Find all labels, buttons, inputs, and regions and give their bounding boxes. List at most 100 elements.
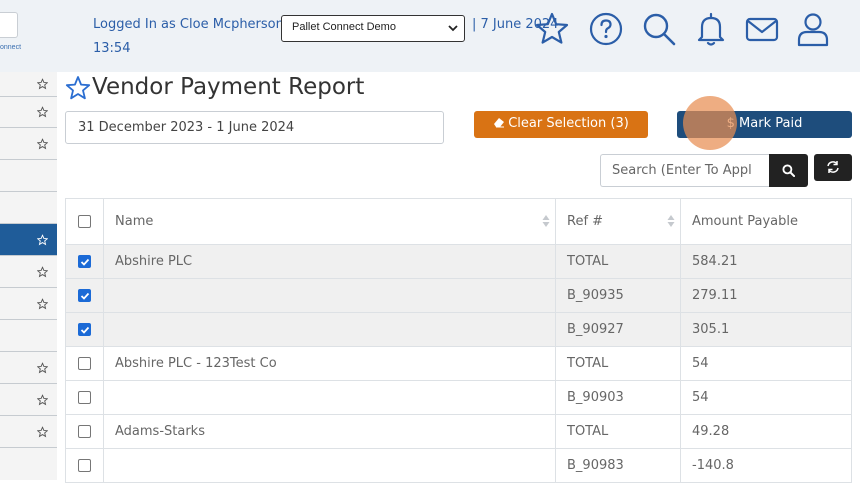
clear-selection-button[interactable]: Clear Selection (3) bbox=[474, 111, 648, 138]
refresh-icon bbox=[827, 161, 839, 173]
sidebar-item[interactable] bbox=[0, 97, 57, 128]
column-header-ref[interactable]: Ref # bbox=[556, 199, 681, 244]
name-cell: Abshire PLC - 123Test Co bbox=[104, 347, 556, 380]
row-checkbox-cell bbox=[66, 449, 104, 482]
amount-cell: 54 bbox=[692, 390, 709, 405]
sort-icon[interactable] bbox=[542, 214, 550, 228]
row-checkbox[interactable] bbox=[78, 289, 91, 302]
sidebar-item[interactable] bbox=[0, 384, 57, 416]
row-checkbox[interactable] bbox=[78, 255, 91, 268]
sidebar-item[interactable] bbox=[0, 320, 57, 352]
ref-cell: TOTAL bbox=[556, 415, 681, 448]
star-icon[interactable] bbox=[37, 426, 48, 437]
column-header-label: Name bbox=[115, 214, 154, 229]
app-logo-text: onnect bbox=[0, 44, 22, 51]
table-row[interactable]: B_90935 279.11 bbox=[66, 278, 851, 312]
star-icon[interactable] bbox=[37, 138, 48, 149]
messages-button[interactable] bbox=[744, 11, 780, 47]
favorite-star-icon[interactable] bbox=[65, 75, 91, 101]
row-checkbox[interactable] bbox=[78, 357, 91, 370]
notifications-button[interactable] bbox=[693, 11, 729, 47]
sidebar-item[interactable] bbox=[0, 256, 57, 288]
amount-cell: -140.8 bbox=[692, 458, 734, 473]
star-icon[interactable] bbox=[37, 394, 48, 405]
search-submit-button[interactable] bbox=[769, 154, 808, 187]
star-icon[interactable] bbox=[37, 106, 48, 118]
column-header-name[interactable]: Name bbox=[104, 199, 556, 244]
table-row[interactable]: Abshire PLC - 123Test Co TOTAL 54 bbox=[66, 346, 851, 380]
amount-cell: 584.21 bbox=[692, 254, 738, 269]
sidebar-item[interactable] bbox=[0, 128, 57, 160]
profile-button[interactable] bbox=[795, 11, 831, 47]
row-checkbox-cell bbox=[66, 245, 104, 278]
refresh-button[interactable] bbox=[814, 154, 852, 181]
favorites-button[interactable] bbox=[534, 11, 570, 47]
star-icon[interactable] bbox=[37, 362, 48, 373]
table-row[interactable]: B_90983 -140.8 bbox=[66, 448, 851, 482]
header-checkbox-cell bbox=[66, 199, 104, 244]
search-button[interactable] bbox=[641, 11, 677, 47]
row-checkbox[interactable] bbox=[78, 323, 91, 336]
sidebar-item[interactable] bbox=[0, 192, 57, 224]
star-icon[interactable] bbox=[37, 266, 48, 277]
check-icon bbox=[80, 292, 90, 300]
row-checkbox[interactable] bbox=[78, 391, 91, 404]
name-cell bbox=[104, 449, 556, 482]
click-indicator bbox=[683, 96, 737, 150]
sort-icon[interactable] bbox=[667, 214, 675, 228]
sidebar-item[interactable] bbox=[0, 288, 57, 320]
star-icon[interactable] bbox=[37, 78, 48, 90]
select-all-checkbox[interactable] bbox=[78, 215, 91, 228]
star-icon[interactable] bbox=[37, 298, 48, 309]
name-cell: Adams-Starks bbox=[104, 415, 556, 448]
eraser-icon bbox=[494, 118, 505, 128]
vendor-payment-table: Name Ref # Amount Payable Abshire PLC TO… bbox=[65, 198, 852, 483]
user-icon bbox=[797, 13, 829, 47]
page-title: Vendor Payment Report bbox=[92, 74, 365, 100]
current-time: 13:54 bbox=[93, 41, 131, 56]
row-checkbox[interactable] bbox=[78, 425, 91, 438]
name-cell: Abshire PLC bbox=[104, 245, 556, 278]
row-checkbox-cell bbox=[66, 381, 104, 414]
sidebar-item[interactable] bbox=[0, 72, 57, 97]
sidebar-item-active[interactable] bbox=[0, 224, 57, 256]
check-icon bbox=[80, 326, 90, 334]
ref-cell: B_90935 bbox=[556, 279, 681, 312]
clear-selection-label: Clear Selection (3) bbox=[508, 116, 629, 131]
star-icon bbox=[535, 12, 569, 44]
column-header-amount[interactable]: Amount Payable bbox=[681, 199, 853, 244]
bell-icon bbox=[697, 12, 725, 46]
amount-cell: 54 bbox=[692, 356, 709, 371]
ref-cell: B_90983 bbox=[556, 449, 681, 482]
column-header-label: Ref # bbox=[567, 214, 604, 229]
company-select-value: Pallet Connect Demo bbox=[292, 21, 396, 33]
search-input[interactable]: Search (Enter To Appl bbox=[600, 154, 770, 187]
row-checkbox-cell bbox=[66, 279, 104, 312]
search-icon bbox=[643, 13, 676, 46]
help-icon bbox=[589, 12, 623, 46]
table-header-row: Name Ref # Amount Payable bbox=[66, 199, 851, 244]
row-checkbox[interactable] bbox=[78, 459, 91, 472]
sidebar-item[interactable] bbox=[0, 160, 57, 192]
table-row[interactable]: B_90903 54 bbox=[66, 380, 851, 414]
search-icon bbox=[782, 164, 795, 177]
sidebar-item[interactable] bbox=[0, 416, 57, 448]
logged-in-label: Logged In as Cloe Mcpherson | bbox=[93, 17, 293, 32]
column-header-label: Amount Payable bbox=[692, 214, 798, 229]
check-icon bbox=[80, 258, 90, 266]
row-checkbox-cell bbox=[66, 313, 104, 346]
top-header: onnect Logged In as Cloe Mcpherson | Pal… bbox=[0, 0, 860, 72]
ref-cell: B_90903 bbox=[556, 381, 681, 414]
date-range-input[interactable]: 31 December 2023 - 1 June 2024 bbox=[65, 111, 444, 144]
help-button[interactable] bbox=[588, 11, 624, 47]
name-cell bbox=[104, 279, 556, 312]
amount-cell: 305.1 bbox=[692, 322, 730, 337]
ref-cell: TOTAL bbox=[556, 347, 681, 380]
star-icon[interactable] bbox=[37, 234, 48, 245]
table-row[interactable]: Adams-Starks TOTAL 49.28 bbox=[66, 414, 851, 448]
company-select[interactable]: Pallet Connect Demo bbox=[281, 15, 465, 42]
table-row[interactable]: Abshire PLC TOTAL 584.21 bbox=[66, 244, 851, 278]
app-logo[interactable] bbox=[0, 12, 18, 38]
sidebar-item[interactable] bbox=[0, 352, 57, 384]
table-row[interactable]: B_90927 305.1 bbox=[66, 312, 851, 346]
